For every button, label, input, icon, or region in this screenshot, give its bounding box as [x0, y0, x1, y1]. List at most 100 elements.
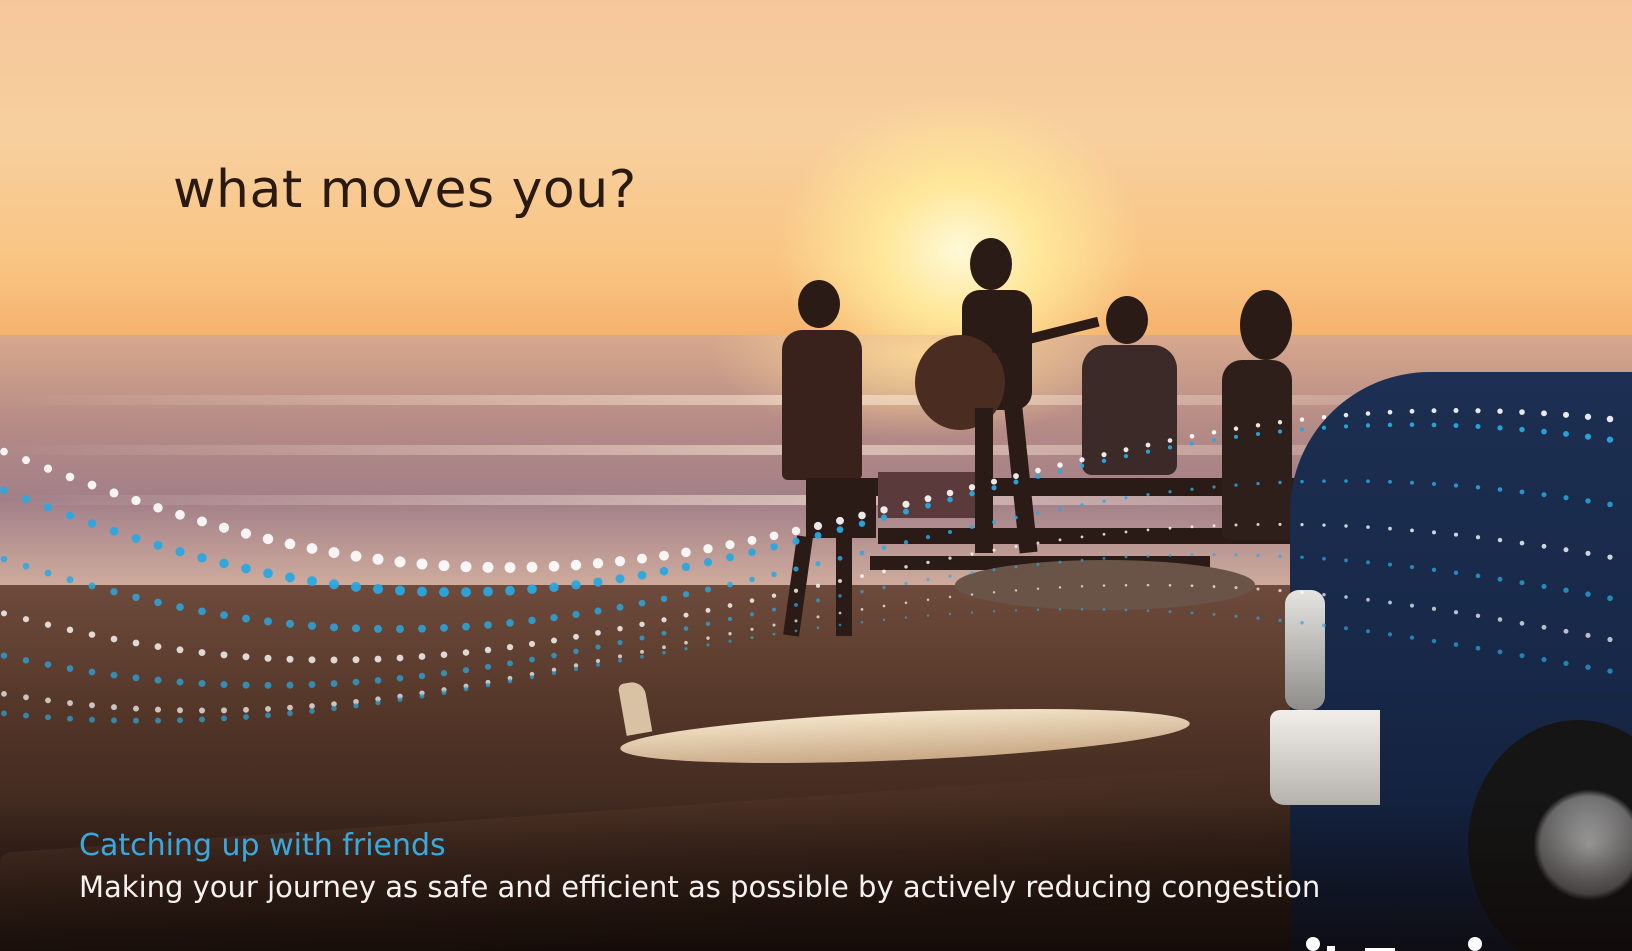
wave-dot [639, 621, 645, 627]
brand-logo-icon [1306, 937, 1482, 951]
wave-dot [1519, 580, 1525, 586]
wave-dot [794, 619, 798, 623]
wave-dot [374, 624, 382, 633]
wave-dot [309, 708, 315, 714]
wave-dot [1606, 436, 1614, 443]
wave-dot [1519, 409, 1525, 415]
wave-dot [1519, 653, 1525, 659]
wave-dot [551, 670, 557, 676]
wave-dot [242, 653, 250, 661]
wave-dot [287, 704, 293, 711]
wave-dot [1344, 524, 1348, 528]
wave-dot [1080, 535, 1084, 539]
wave-dot [87, 519, 97, 528]
wave-dot [418, 653, 426, 660]
wave-dot [1168, 610, 1172, 614]
wave-dot [1475, 485, 1481, 490]
wave-dot [838, 594, 842, 598]
wave-dot [991, 485, 997, 491]
wave-dot [1233, 434, 1239, 439]
wave-dot [725, 540, 735, 550]
wave-dot [727, 581, 733, 588]
wave-dot [66, 665, 74, 672]
wave-dot [460, 561, 472, 573]
wave-dot [528, 616, 536, 625]
wave-dot [1541, 543, 1547, 549]
wave-dot [23, 712, 29, 719]
wave-dot [1, 710, 7, 717]
wave-dot [573, 633, 579, 640]
wave-dot [484, 621, 492, 629]
wave-dot [1409, 635, 1415, 640]
wave-dot [1101, 458, 1107, 464]
wave-dot [659, 550, 669, 561]
wave-dot [1102, 608, 1106, 611]
wave-dot [1387, 409, 1393, 415]
wave-dot [329, 579, 339, 590]
wave-dot [860, 589, 864, 594]
wave-dot [1190, 553, 1194, 557]
wave-dot [706, 643, 710, 647]
wave-dot [1102, 499, 1106, 503]
wave-dot [220, 651, 228, 659]
wave-dot [618, 658, 622, 663]
wave-dot [1497, 408, 1503, 414]
wave-dot [661, 630, 667, 636]
dot-layer [0, 407, 1614, 724]
wave-dot [926, 578, 930, 582]
wave-dot [1431, 638, 1437, 644]
wave-dot [705, 621, 711, 627]
wave-dot [507, 678, 513, 684]
wave-dot [372, 553, 384, 565]
wave-dot [396, 625, 404, 633]
wave-dot [1497, 649, 1503, 655]
wave-dot [794, 603, 798, 607]
wave-dot [1277, 429, 1283, 434]
wave-dot [1366, 597, 1370, 602]
wave-dot [1234, 614, 1238, 618]
wave-dot [1410, 480, 1414, 485]
wave-dot [1255, 423, 1261, 428]
wave-dot [748, 548, 756, 557]
wave-dot [1146, 492, 1150, 497]
wave-dot [286, 619, 294, 628]
wave-dot [529, 656, 535, 663]
wave-dot [131, 495, 141, 506]
wave-dot [22, 562, 30, 570]
wave-dot [22, 657, 30, 664]
wave-dot [89, 716, 95, 723]
wave-dot [1366, 479, 1370, 484]
wave-dot [262, 533, 274, 545]
wave-dot [549, 582, 559, 592]
wave-dot [287, 710, 293, 717]
wave-dot [374, 677, 382, 684]
wave-dot [264, 654, 272, 662]
wave-dot [904, 616, 908, 619]
wave-dot [1014, 565, 1018, 569]
wave-dot [1234, 586, 1238, 590]
wave-dot [484, 646, 492, 654]
wave-dot [527, 584, 537, 594]
wave-dot [1036, 587, 1040, 590]
wave-dot [1366, 525, 1370, 529]
wave-dot [1563, 587, 1569, 593]
wave-dot [902, 508, 910, 515]
wave-dot [1344, 558, 1348, 563]
wave-dot [1234, 523, 1238, 527]
wave-dot [1497, 537, 1503, 543]
wave-dot [45, 697, 51, 704]
wave-dot [1431, 408, 1437, 414]
wave-dot [1387, 422, 1393, 428]
wave-dot [330, 623, 338, 632]
wave-dot [1080, 558, 1084, 562]
wave-dot [1475, 535, 1481, 540]
wave-dot [772, 623, 776, 627]
wave-dot [1431, 422, 1437, 428]
wave-dot [1607, 554, 1613, 560]
wave-dot [1057, 462, 1063, 468]
wave-dot [1387, 632, 1393, 637]
wave-dot [1167, 445, 1173, 450]
wave-dot [925, 502, 931, 509]
wave-dot [176, 603, 184, 611]
wave-dot [44, 621, 52, 628]
